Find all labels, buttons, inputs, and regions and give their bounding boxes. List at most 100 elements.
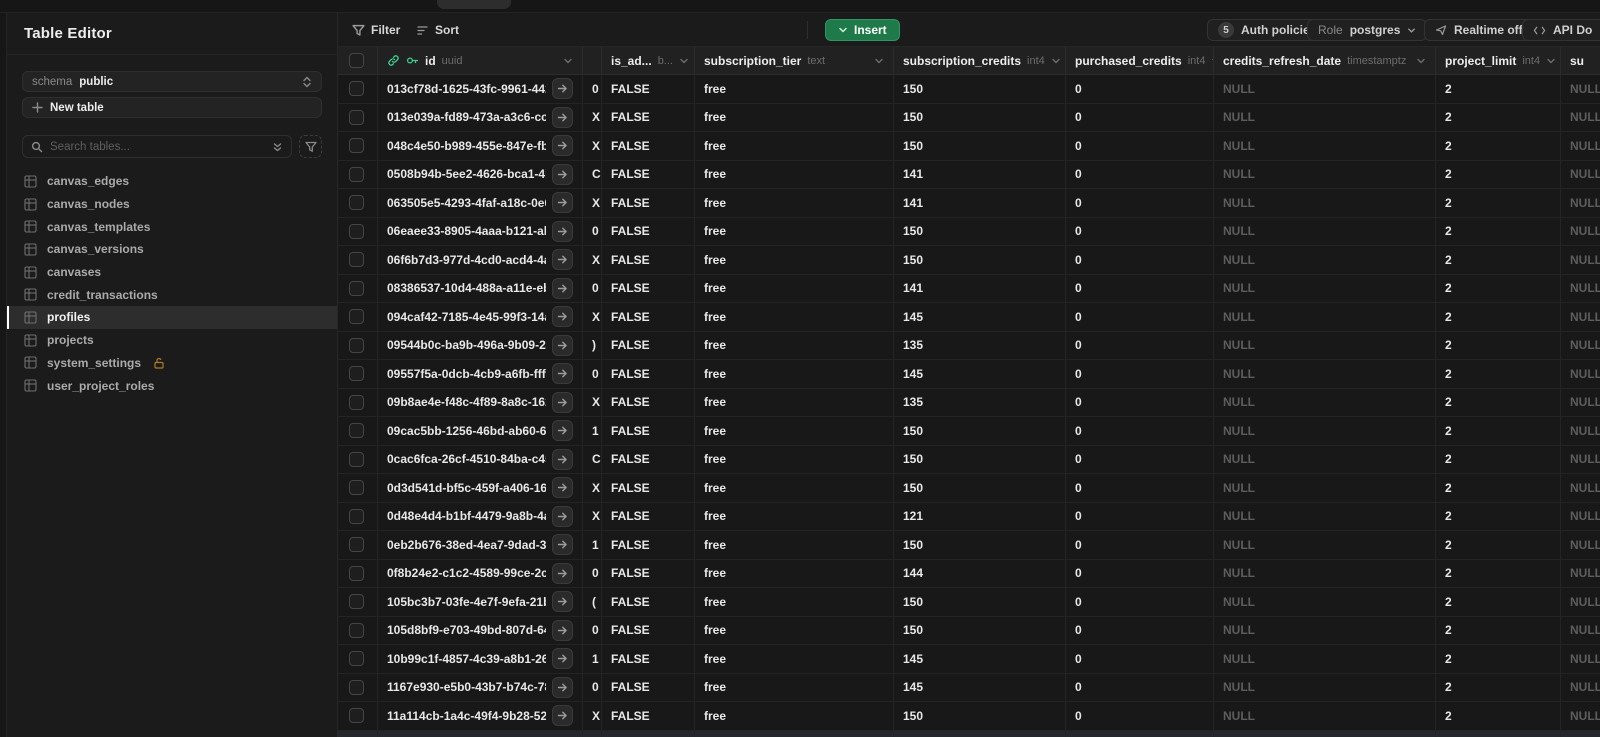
cell-is_admin[interactable]: FALSE [602, 531, 695, 559]
cell-purchased[interactable]: 0 [1066, 588, 1214, 616]
cell-extra[interactable]: NULL [1561, 417, 1600, 445]
expand-row-button[interactable] [552, 78, 573, 100]
cell-sub_credits[interactable]: 150 [894, 246, 1066, 274]
cell-is_admin[interactable]: FALSE [602, 502, 695, 530]
sidebar-item-canvas_nodes[interactable]: canvas_nodes [7, 193, 337, 216]
cell-tier[interactable]: free [695, 645, 894, 673]
cell-limit[interactable]: 2 [1436, 75, 1561, 103]
row-checkbox[interactable] [349, 594, 364, 610]
cell-extra[interactable]: NULL [1561, 560, 1600, 588]
column-header-tier[interactable]: subscription_tier text [695, 47, 894, 74]
row-checkbox[interactable] [349, 309, 364, 325]
cell-limit[interactable]: 2 [1436, 388, 1561, 416]
cell-limit[interactable]: 2 [1436, 502, 1561, 530]
cell-is_admin[interactable]: FALSE [602, 331, 695, 359]
cell-limit[interactable]: 2 [1436, 417, 1561, 445]
cell-sub_credits[interactable]: 150 [894, 132, 1066, 160]
cell-id[interactable]: 06eaee33-8905-4aaa-b121-ab552... [378, 217, 583, 245]
cell-hidden-column[interactable]: 0 [583, 559, 602, 587]
cell-id[interactable]: 0d3d541d-bf5c-459f-a406-16b93... [378, 474, 583, 502]
expand-row-button[interactable] [552, 477, 573, 499]
cell-hidden-column[interactable]: 0 [583, 616, 602, 644]
cell-limit[interactable]: 2 [1436, 132, 1561, 160]
cell-id[interactable]: 06f6b7d3-977d-4cd0-acd4-4a78... [378, 246, 583, 274]
cell-extra[interactable]: NULL [1561, 645, 1600, 673]
row-checkbox[interactable] [349, 366, 364, 382]
cell-sub_credits[interactable]: 150 [894, 445, 1066, 473]
cell-sub_credits[interactable]: 141 [894, 274, 1066, 302]
cell-extra[interactable]: NULL [1561, 246, 1600, 274]
cell-refresh_date[interactable]: NULL [1214, 616, 1436, 644]
cell-purchased[interactable]: 0 [1066, 246, 1214, 274]
cell-limit[interactable]: 2 [1436, 531, 1561, 559]
row-checkbox[interactable] [349, 708, 364, 724]
cell-refresh_date[interactable]: NULL [1214, 417, 1436, 445]
cell-is_admin[interactable]: FALSE [602, 588, 695, 616]
cell-is_admin[interactable]: FALSE [602, 388, 695, 416]
cell-limit[interactable]: 2 [1436, 217, 1561, 245]
cell-is_admin[interactable]: FALSE [602, 445, 695, 473]
cell-purchased[interactable]: 0 [1066, 274, 1214, 302]
cell-limit[interactable]: 2 [1436, 246, 1561, 274]
cell-refresh_date[interactable]: NULL [1214, 331, 1436, 359]
cell-is_admin[interactable]: FALSE [602, 189, 695, 217]
sidebar-item-canvas_versions[interactable]: canvas_versions [7, 238, 337, 261]
cell-refresh_date[interactable]: NULL [1214, 274, 1436, 302]
row-checkbox[interactable] [349, 480, 364, 496]
sidebar-item-projects[interactable]: projects [7, 329, 337, 352]
cell-refresh_date[interactable]: NULL [1214, 673, 1436, 701]
cell-tier[interactable]: free [695, 246, 894, 274]
cell-extra[interactable]: NULL [1561, 588, 1600, 616]
cell-id[interactable]: 0cac6fca-26cf-4510-84ba-c4580... [378, 445, 583, 473]
cell-sub_credits[interactable]: 135 [894, 331, 1066, 359]
expand-row-button[interactable] [552, 534, 573, 556]
expand-row-button[interactable] [552, 448, 573, 470]
cell-extra[interactable]: NULL [1561, 275, 1600, 303]
cell-hidden-column[interactable]: X [583, 702, 602, 730]
cell-refresh_date[interactable]: NULL [1214, 360, 1436, 388]
row-checkbox[interactable] [349, 423, 364, 439]
cell-purchased[interactable]: 0 [1066, 673, 1214, 701]
column-menu-chevron-icon[interactable] [679, 56, 689, 66]
cell-extra[interactable]: NULL [1561, 189, 1600, 217]
column-menu-chevron-icon[interactable] [563, 56, 573, 66]
cell-limit[interactable]: 2 [1436, 588, 1561, 616]
cell-sub_credits[interactable]: 150 [894, 103, 1066, 131]
expand-row-button[interactable] [552, 192, 573, 214]
cell-purchased[interactable]: 0 [1066, 502, 1214, 530]
cell-tier[interactable] [695, 730, 894, 737]
cell-hidden-column[interactable]: X [583, 502, 602, 530]
cell-tier[interactable]: free [695, 388, 894, 416]
row-checkbox[interactable] [349, 679, 364, 695]
cell-id[interactable]: 11a114cb-1a4c-49f4-9b28-52219ec... [378, 702, 583, 730]
cell-extra[interactable]: NULL [1561, 702, 1600, 730]
cell-id[interactable]: 048c4e50-b989-455e-847e-fb2f... [378, 132, 583, 160]
cell-id[interactable]: 105bc3b7-03fe-4e7f-9efa-21bb40... [378, 588, 583, 616]
cell-id[interactable]: 0508b94b-5ee2-4626-bca1-4bca... [378, 160, 583, 188]
cell-limit[interactable]: 2 [1436, 274, 1561, 302]
row-checkbox[interactable] [349, 223, 364, 239]
cell-limit[interactable]: 2 [1436, 559, 1561, 587]
cell-refresh_date[interactable]: NULL [1214, 189, 1436, 217]
cell-is_admin[interactable]: FALSE [602, 274, 695, 302]
cell-is_admin[interactable]: FALSE [602, 217, 695, 245]
cell-is_admin[interactable]: FALSE [602, 103, 695, 131]
cell-hidden-column[interactable]: X [583, 246, 602, 274]
expand-row-button[interactable] [552, 277, 573, 299]
cell-sub_credits[interactable]: 141 [894, 160, 1066, 188]
cell-refresh_date[interactable]: NULL [1214, 217, 1436, 245]
cell-sub_credits[interactable]: 135 [894, 388, 1066, 416]
cell-id[interactable]: 1167e930-e5b0-43b7-b74c-788c9... [378, 673, 583, 701]
cell-tier[interactable]: free [695, 702, 894, 730]
api-docs-button[interactable]: API Do [1522, 19, 1600, 41]
expand-row-button[interactable] [552, 562, 573, 584]
cell-limit[interactable] [1436, 730, 1561, 737]
cell-tier[interactable]: free [695, 189, 894, 217]
cell-sub_credits[interactable]: 150 [894, 217, 1066, 245]
cell-limit[interactable]: 2 [1436, 445, 1561, 473]
expand-row-button[interactable] [552, 106, 573, 128]
cell-sub_credits[interactable]: 150 [894, 75, 1066, 103]
cell-purchased[interactable]: 0 [1066, 531, 1214, 559]
cell-extra[interactable]: NULL [1561, 531, 1600, 559]
cell-extra[interactable]: NULL [1561, 332, 1600, 360]
